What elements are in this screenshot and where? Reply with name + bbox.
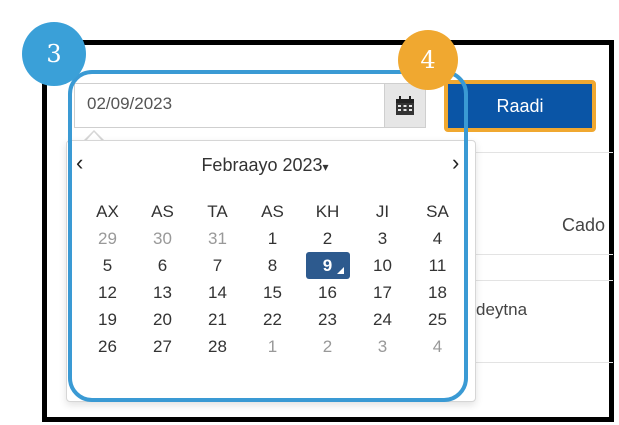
table-cell-text: deytna: [476, 300, 528, 319]
table-divider: [476, 280, 613, 281]
table-column-header: Cado: [562, 215, 606, 235]
table-divider: [476, 254, 613, 255]
step-badge-4: 4: [398, 30, 458, 90]
step-badge-3: 3: [22, 22, 86, 86]
highlight-ring: [68, 70, 468, 402]
table-divider: [476, 362, 613, 363]
table-divider: [476, 152, 613, 153]
